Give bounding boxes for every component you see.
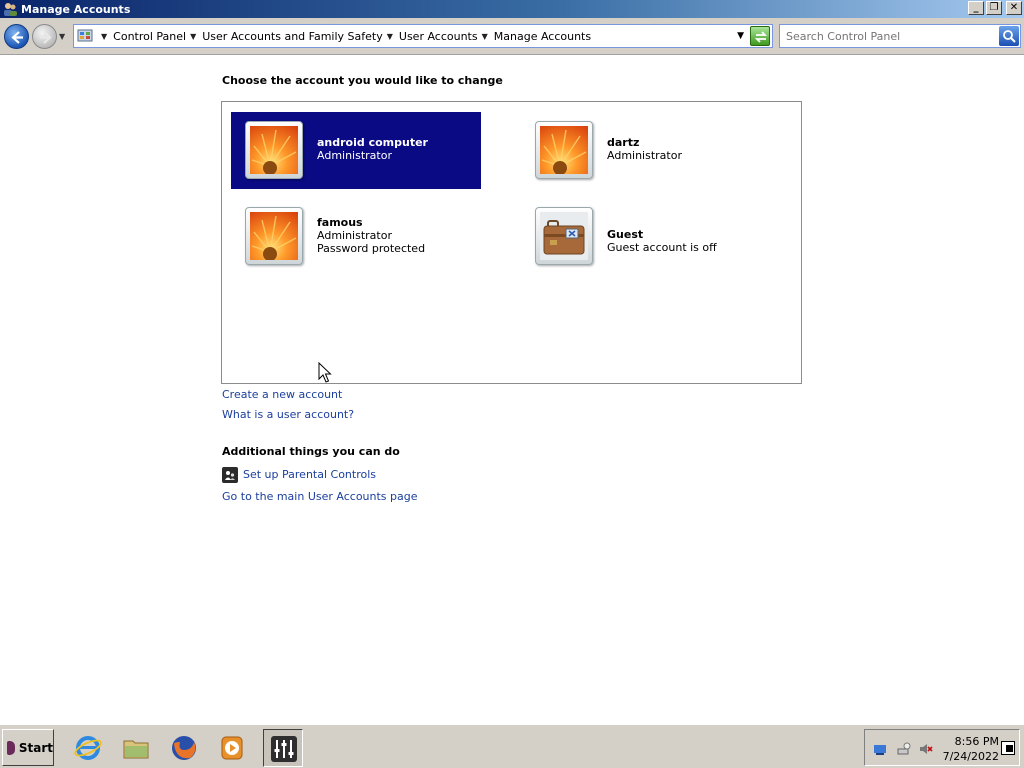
account-picture: [245, 207, 303, 265]
accounts-panel: android computer Administrator dartz Adm…: [221, 101, 802, 384]
account-name: Guest: [607, 228, 644, 241]
clock-time: 8:56 PM: [954, 735, 999, 748]
window-controls: _ ❐ ✕: [968, 1, 1022, 15]
network-icon[interactable]: [873, 742, 887, 756]
forward-button[interactable]: [32, 24, 57, 49]
chevron-down-icon[interactable]: ▼: [101, 32, 107, 41]
breadcrumb-user-accounts[interactable]: User Accounts: [399, 30, 478, 43]
recent-pages-chevron-icon[interactable]: ▼: [59, 32, 65, 41]
start-label: Start: [18, 740, 53, 755]
refresh-button[interactable]: [750, 26, 770, 46]
account-name: dartz: [607, 136, 640, 149]
account-info: dartz Administrator: [607, 136, 682, 162]
account-name: android computer: [317, 136, 428, 149]
internet-explorer-icon: [74, 736, 102, 760]
choose-account-heading: Choose the account you would like to cha…: [222, 74, 503, 87]
breadcrumb-user-accounts-family-safety[interactable]: User Accounts and Family Safety: [202, 30, 382, 43]
back-button[interactable]: [4, 24, 29, 49]
media-player-button[interactable]: [212, 729, 252, 767]
flower-icon: [540, 126, 588, 174]
account-info: android computer Administrator: [317, 136, 428, 162]
create-account-link[interactable]: Create a new account: [222, 388, 342, 401]
search-icon: [1003, 30, 1016, 43]
suitcase-icon: [540, 212, 588, 260]
chevron-down-icon[interactable]: ▼: [190, 32, 196, 41]
breadcrumb[interactable]: ▼ Control Panel ▼ User Accounts and Fami…: [73, 24, 773, 48]
account-tile-dartz[interactable]: dartz Administrator: [521, 112, 771, 189]
account-tile-famous[interactable]: famous Administrator Password protected: [231, 198, 481, 275]
search-button[interactable]: [999, 26, 1019, 46]
parental-controls-link[interactable]: Set up Parental Controls: [243, 468, 376, 481]
main-user-accounts-link[interactable]: Go to the main User Accounts page: [222, 490, 418, 503]
address-history-chevron-icon[interactable]: ▼: [737, 31, 744, 41]
firefox-button[interactable]: [164, 729, 204, 767]
account-picture: [535, 121, 593, 179]
breadcrumb-manage-accounts[interactable]: Manage Accounts: [494, 30, 591, 43]
account-password-status: Password protected: [317, 242, 426, 255]
account-type: Administrator: [317, 229, 392, 242]
mixer-app-button[interactable]: [263, 729, 303, 767]
chevron-down-icon[interactable]: ▼: [482, 32, 488, 41]
volume-muted-icon[interactable]: [919, 742, 933, 756]
window-title: Manage Accounts: [21, 2, 131, 16]
search-box[interactable]: [779, 24, 1021, 48]
taskbar: Start 8:56 PM 7/24/2022: [0, 724, 1024, 768]
account-picture: [535, 207, 593, 265]
account-picture: [245, 121, 303, 179]
account-status: Guest account is off: [607, 241, 717, 254]
account-type: Administrator: [607, 149, 682, 162]
refresh-icon: [754, 31, 768, 43]
title-bar: Manage Accounts _ ❐ ✕: [0, 0, 1024, 18]
flower-icon: [250, 212, 298, 260]
firefox-icon: [172, 736, 196, 760]
additional-heading: Additional things you can do: [222, 445, 400, 458]
account-tile-android-computer[interactable]: android computer Administrator: [231, 112, 481, 189]
account-name: famous: [317, 216, 363, 229]
mouse-pointer-icon: [318, 362, 332, 383]
arrow-right-icon: [40, 31, 52, 44]
account-info: Guest Guest account is off: [607, 228, 717, 254]
start-button[interactable]: Start: [2, 729, 54, 766]
account-tile-guest[interactable]: Guest Guest account is off: [521, 198, 771, 275]
chevron-down-icon[interactable]: ▼: [387, 32, 393, 41]
what-is-account-link[interactable]: What is a user account?: [222, 408, 354, 421]
main-content: Choose the account you would like to cha…: [0, 56, 1024, 724]
minimize-button[interactable]: _: [968, 1, 984, 15]
arrow-left-icon: [11, 31, 23, 44]
breadcrumb-control-panel[interactable]: Control Panel: [113, 30, 186, 43]
file-explorer-button[interactable]: [116, 729, 156, 767]
mixer-icon: [271, 736, 297, 762]
show-desktop-button[interactable]: [1001, 741, 1015, 755]
account-type: Administrator: [317, 149, 392, 162]
clock[interactable]: 8:56 PM 7/24/2022: [939, 734, 999, 764]
close-button[interactable]: ✕: [1006, 1, 1022, 15]
internet-explorer-button[interactable]: [68, 729, 108, 767]
control-panel-icon: [77, 29, 93, 42]
restore-button[interactable]: ❐: [986, 1, 1002, 15]
start-logo-icon: [7, 740, 15, 755]
account-info: famous Administrator Password protected: [317, 216, 425, 255]
parental-controls-icon: [222, 467, 238, 483]
user-accounts-icon: [4, 3, 17, 16]
search-input[interactable]: [786, 29, 996, 43]
system-tray: 8:56 PM 7/24/2022: [864, 729, 1020, 766]
flower-icon: [250, 126, 298, 174]
address-bar: ▼ ▼ Control Panel ▼ User Accounts and Fa…: [0, 18, 1024, 55]
clock-date: 7/24/2022: [942, 750, 999, 763]
file-explorer-icon: [123, 740, 149, 759]
media-player-icon: [221, 736, 243, 760]
connection-icon[interactable]: [897, 742, 911, 756]
